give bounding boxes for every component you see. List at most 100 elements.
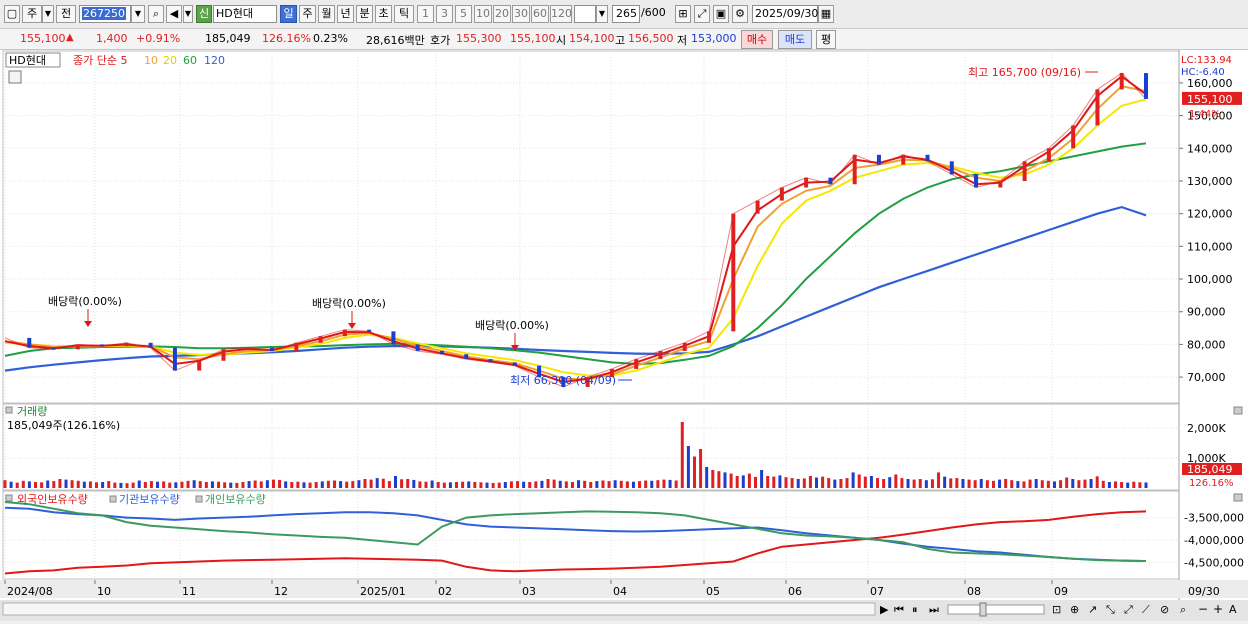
window-menu-icon[interactable]: ▢ — [4, 5, 20, 23]
low-annotation: 최저 66,300 (04/09) — [510, 374, 616, 387]
volume-bar — [583, 480, 587, 488]
candle — [634, 359, 639, 369]
prev-button[interactable]: 전 — [56, 5, 76, 23]
volume-bar — [1028, 479, 1032, 488]
volume-bar — [345, 481, 349, 488]
period-main-button[interactable]: 주 — [22, 5, 42, 23]
scroll-first-icon[interactable]: ⏮ — [894, 603, 904, 616]
draw-tool-7-icon[interactable]: ⊘ — [1160, 603, 1169, 616]
scroll-last-icon[interactable]: ⏭ — [929, 603, 939, 616]
code-dropdown-icon[interactable]: ▼ — [131, 5, 145, 23]
volume-close-icon[interactable] — [1233, 406, 1243, 415]
candle — [415, 344, 420, 351]
horizontal-scrollbar[interactable] — [2, 602, 876, 616]
minute-option-1[interactable]: 1 — [417, 5, 434, 23]
legend-individual-icon — [195, 495, 203, 503]
sell-button[interactable]: 매도 — [778, 30, 812, 49]
candle — [876, 154, 881, 165]
stock-name-field[interactable]: HD현대 — [213, 5, 277, 23]
volume-bar — [753, 476, 757, 488]
save-icon[interactable]: ▣ — [713, 5, 729, 23]
volume-bar — [21, 480, 25, 488]
draw-tool-6-icon[interactable]: ⟋ — [1142, 603, 1150, 616]
zoom-in-icon[interactable]: + — [1213, 602, 1223, 616]
draw-tool-4-icon[interactable]: ⤡ — [1106, 603, 1115, 616]
volume-bar — [369, 479, 373, 488]
period-minute-button[interactable]: 분 — [356, 5, 373, 23]
scroll-right-icon[interactable]: ▶ — [880, 603, 889, 616]
volume-bar — [210, 481, 214, 488]
minute-option-120[interactable]: 120 — [550, 5, 572, 23]
volume-bar — [662, 479, 666, 488]
volume-bar — [973, 480, 977, 488]
volume-bar — [381, 478, 385, 488]
scroll-pause-icon[interactable]: ⏸ — [912, 603, 918, 616]
auto-scale-icon[interactable]: A — [1229, 603, 1237, 616]
period-month-button[interactable]: 월 — [318, 5, 335, 23]
search-icon[interactable]: ⌕ — [148, 5, 164, 23]
volume-bar — [503, 482, 507, 488]
volume-bar — [741, 475, 745, 488]
candle — [804, 177, 809, 188]
zoom-slider[interactable] — [947, 604, 1045, 615]
x-tick-label: 07 — [870, 585, 884, 598]
draw-tool-3-icon[interactable]: ↗ — [1088, 603, 1097, 616]
volume-bar — [522, 481, 526, 488]
candle — [949, 161, 954, 175]
period-dropdown-icon[interactable]: ▼ — [42, 5, 54, 23]
buy-button[interactable]: 매수 — [741, 30, 773, 49]
draw-tool-2-icon[interactable]: ⊕ — [1070, 603, 1079, 616]
volume-bar — [955, 478, 959, 488]
sound-dropdown-icon[interactable]: ▼ — [183, 5, 193, 23]
stock-code-input[interactable]: 267250 — [79, 5, 131, 23]
date-input[interactable]: 2025/09/30 — [752, 5, 818, 23]
indicator-icon[interactable]: ⤢ — [694, 5, 710, 23]
volume-bar — [64, 479, 68, 488]
period-year-button[interactable]: 년 — [337, 5, 354, 23]
volume-bar — [613, 480, 617, 488]
volume-bar — [577, 480, 581, 488]
volume-bar — [326, 480, 330, 488]
period-week-button[interactable]: 주 — [299, 5, 316, 23]
settings-icon[interactable]: ⚙ — [732, 5, 748, 23]
sound-icon[interactable]: ◀ — [166, 5, 182, 23]
minute-option-20[interactable]: 20 — [493, 5, 511, 23]
volume-bar — [570, 482, 574, 488]
calendar-icon[interactable]: ▦ — [818, 5, 834, 23]
minute-option-60[interactable]: 60 — [531, 5, 549, 23]
minute-option-10[interactable]: 10 — [474, 5, 492, 23]
period-day-button[interactable]: 일 — [280, 5, 297, 23]
custom-period-input[interactable] — [574, 5, 596, 23]
legend-ma60: 60 — [183, 54, 197, 67]
volume-bar — [1138, 482, 1142, 488]
volume-bar — [967, 479, 971, 488]
period-tick-button[interactable]: 틱 — [394, 5, 414, 23]
volume-bar — [137, 480, 141, 488]
draw-tool-1-icon[interactable]: ⊡ — [1052, 603, 1061, 616]
candle — [998, 180, 1003, 188]
volume-bar — [991, 480, 995, 488]
holdings-panel-icon[interactable] — [5, 494, 13, 502]
candle-icon[interactable]: ⊞ — [675, 5, 691, 23]
period-second-button[interactable]: 초 — [375, 5, 392, 23]
holdings-tick-label: -4,500,000 — [1184, 556, 1244, 569]
minute-option-30[interactable]: 30 — [512, 5, 530, 23]
volume-bar — [1004, 479, 1008, 488]
data-count-input[interactable]: 265 — [612, 5, 640, 23]
volume-panel-icon[interactable] — [5, 406, 13, 414]
zoom-search-icon[interactable]: ⌕ — [1180, 603, 1186, 616]
volume-bar — [58, 479, 62, 488]
zoom-slider-handle[interactable] — [979, 602, 987, 617]
volume-bar — [540, 480, 544, 488]
volume-bar — [131, 482, 135, 488]
grid-toggle-icon[interactable] — [8, 70, 22, 84]
draw-tool-5-icon[interactable]: ⤢ — [1124, 603, 1133, 616]
volume-bar — [1144, 482, 1148, 488]
minute-option-5[interactable]: 5 — [455, 5, 472, 23]
custom-period-dropdown-icon[interactable]: ▼ — [596, 5, 608, 23]
candle — [197, 360, 202, 371]
evaluate-button[interactable]: 평 — [816, 30, 836, 49]
zoom-out-icon[interactable]: − — [1198, 602, 1208, 616]
holdings-close-icon[interactable] — [1233, 493, 1243, 502]
minute-option-3[interactable]: 3 — [436, 5, 453, 23]
